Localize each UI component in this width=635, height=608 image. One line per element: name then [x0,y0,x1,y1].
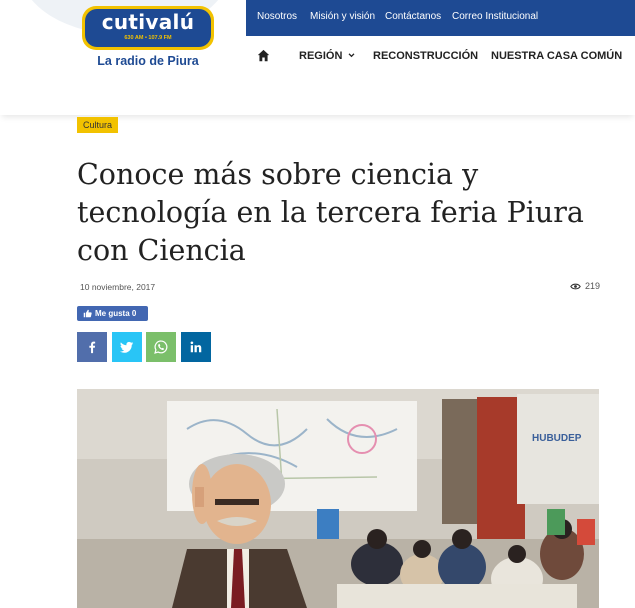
share-twitter-button[interactable] [112,332,142,362]
eye-icon [570,283,581,289]
site-logo[interactable]: cutivalú 630 AM • 107.9 FM La radio de P… [82,6,214,70]
featured-photo-illustration: HUBUDEP [77,389,599,608]
topbar-link-nosotros[interactable]: Nosotros [257,11,297,22]
view-count: 219 [570,281,600,291]
logo-tagline: La radio de Piura [97,54,199,68]
twitter-icon [120,341,134,353]
logo-badge-inner: cutivalú 630 AM • 107.9 FM [85,9,211,47]
view-count-value: 219 [585,281,601,291]
article-date: 10 noviembre, 2017 [80,282,156,292]
linkedin-icon [190,341,202,353]
logo-name: cutivalú [101,10,195,34]
share-linkedin-button[interactable] [181,332,211,362]
category-badge[interactable]: Cultura [77,117,119,133]
facebook-like-button[interactable]: Me gusta 0 [77,306,148,321]
top-bar: Nosotros Misión y visión Contáctanos Cor… [246,0,635,36]
nav-item-nuestra-casa-comun[interactable]: NUESTRA CASA COMÚN [491,50,622,62]
nav-home-button[interactable] [257,49,270,62]
chevron-down-icon [348,53,355,58]
nav-item-region-label: REGIÓN [299,50,343,62]
logo-badge: cutivalú 630 AM • 107.9 FM [82,6,214,50]
nav-item-reconstruccion[interactable]: RECONSTRUCCIÓN [373,50,478,62]
nav-item-region[interactable]: REGIÓN [299,50,355,62]
topbar-link-contactanos[interactable]: Contáctanos [385,11,441,22]
share-facebook-button[interactable] [77,332,107,362]
like-button-label: Me gusta 0 [95,309,137,318]
featured-image: HUBUDEP [77,389,599,608]
topbar-link-mision-vision[interactable]: Misión y visión [310,11,375,22]
article-title: Conoce más sobre ciencia y tecnología en… [77,158,584,267]
site-header: cutivalú 630 AM • 107.9 FM La radio de P… [0,0,635,115]
whatsapp-icon [154,340,168,354]
share-whatsapp-button[interactable] [146,332,176,362]
photo-sign-text: HUBUDEP [532,433,582,444]
topbar-link-correo-institucional[interactable]: Correo Institucional [452,11,538,22]
thumbs-up-icon [83,309,92,318]
logo-frequency: 630 AM • 107.9 FM [124,35,172,41]
facebook-icon [89,341,96,354]
home-icon [257,49,270,62]
